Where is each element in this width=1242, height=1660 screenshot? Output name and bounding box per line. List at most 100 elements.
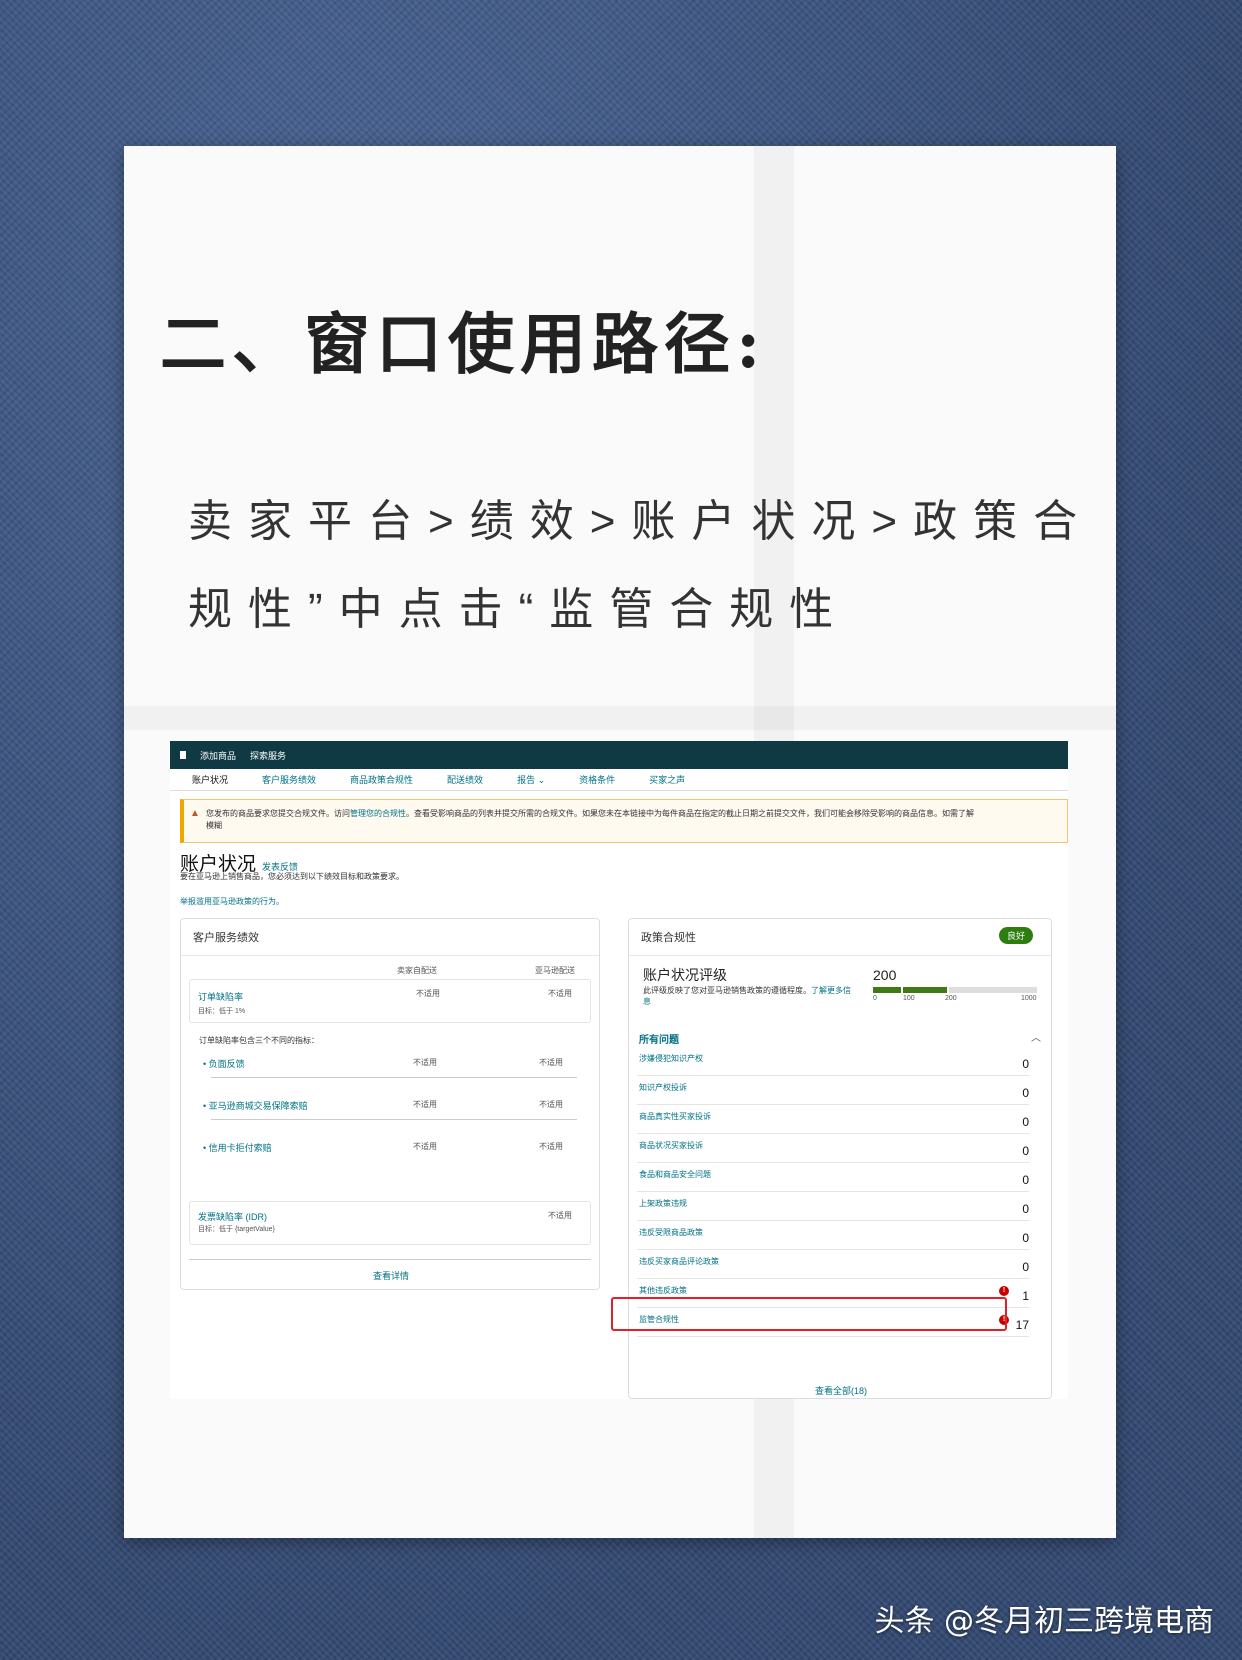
page-heading: 二、窗口使用路径:: [160, 305, 767, 383]
seller-central-screenshot: 添加商品 探索服务 账户状况 客户服务绩效 商品政策合规性 配送绩效 报告 ⌄ …: [170, 741, 1068, 1399]
odr-includes: 订单缺陷率包含三个不同的指标：: [199, 1036, 319, 1045]
issue-label[interactable]: 违反受限商品政策: [639, 1227, 703, 1238]
page-subtitle: 要在亚马逊上销售商品，您必须达到以下绩效目标和政策要求。: [180, 872, 404, 881]
na-value: 不适用: [548, 1211, 572, 1220]
alert-text: 模糊: [206, 821, 222, 830]
top-nav-bar: 添加商品 探索服务: [170, 741, 1068, 769]
panel-title: 客户服务绩效: [181, 919, 599, 956]
na-value: 不适用: [413, 1058, 437, 1067]
shadow-decoration: [124, 706, 1116, 730]
chevron-up-icon[interactable]: ︿: [1031, 1029, 1041, 1044]
issue-label[interactable]: 违反买家商品评论政策: [639, 1256, 719, 1267]
tab-voice-of-buyer[interactable]: 买家之声: [649, 773, 685, 786]
issue-label[interactable]: 商品状况买家投诉: [639, 1140, 703, 1151]
na-value: 不适用: [539, 1100, 563, 1109]
issue-row[interactable]: 商品状况买家投诉 0: [637, 1134, 1029, 1163]
issue-count: 17: [1015, 1318, 1029, 1332]
issue-count: 0: [1022, 1202, 1029, 1216]
issue-count: 0: [1022, 1260, 1029, 1274]
rating-bar-segment: [873, 987, 901, 993]
na-value: 不适用: [413, 1100, 437, 1109]
na-value: 不适用: [539, 1058, 563, 1067]
path-line: 规性”中点击“监管合规性: [188, 585, 850, 634]
issue-count: 0: [1022, 1115, 1029, 1129]
rating-tick: 1000: [1021, 995, 1037, 1002]
issue-label[interactable]: 食品和商品安全问题: [639, 1169, 711, 1180]
customer-service-panel: 客户服务绩效 卖家自配送 亚马逊配送 订单缺陷率 目标：低于 1% 不适用 不适…: [180, 918, 600, 1290]
nav-explore-services[interactable]: 探索服务: [250, 749, 286, 762]
issue-count: 0: [1022, 1173, 1029, 1187]
alert-text: 您发布的商品要求您提交合规文件。访问: [206, 809, 350, 818]
na-value: 不适用: [539, 1142, 563, 1151]
issue-count: 1: [1022, 1289, 1029, 1303]
panel-title: 政策合规性: [629, 919, 1051, 956]
issue-count: 0: [1022, 1144, 1029, 1158]
odr-target: 目标：低于 1%: [198, 1008, 246, 1015]
issue-count: 0: [1022, 1086, 1029, 1100]
issue-row[interactable]: 违反买家商品评论政策 0: [637, 1250, 1029, 1279]
na-value: 不适用: [548, 989, 572, 998]
column-header: 卖家自配送: [397, 966, 437, 975]
odr-link[interactable]: 订单缺陷率: [198, 990, 243, 1003]
issue-label[interactable]: 其他违反政策: [639, 1285, 687, 1296]
issue-count: 0: [1022, 1057, 1029, 1071]
a-to-z-claims-link[interactable]: • 亚马逊商城交易保障索赔: [203, 1099, 308, 1112]
chargeback-claims-link[interactable]: • 信用卡拒付索赔: [203, 1141, 272, 1154]
idr-box: 发票缺陷率 (IDR) 目标：低于 {targetValue} 不适用: [189, 1201, 591, 1245]
rating-desc-text: 此评级反映了您对亚马逊销售政策的遵循程度。: [643, 986, 811, 995]
issue-label[interactable]: 涉嫌侵犯知识产权: [639, 1053, 703, 1064]
rating-tick: 0: [873, 995, 877, 1002]
nav-add-product[interactable]: 添加商品: [200, 749, 236, 762]
negative-feedback-link[interactable]: • 负面反馈: [203, 1057, 245, 1070]
issue-row[interactable]: 上架政策违规 0: [637, 1192, 1029, 1221]
tab-reports[interactable]: 报告 ⌄: [517, 773, 545, 786]
idr-target: 目标：低于 {targetValue}: [198, 1226, 275, 1233]
rating-title: 账户状况评级: [643, 967, 727, 983]
idr-link[interactable]: 发票缺陷率 (IDR): [198, 1210, 267, 1223]
content-card: 二、窗口使用路径: 卖家平台>绩效>账户状况>政策合 规性”中点击“监管合规性 …: [124, 146, 1116, 1538]
divider: [189, 1259, 591, 1260]
divider: [211, 1119, 577, 1120]
issue-label[interactable]: 商品真实性买家投诉: [639, 1111, 711, 1122]
issue-row[interactable]: 商品真实性买家投诉 0: [637, 1105, 1029, 1134]
tab-bar: 账户状况 客户服务绩效 商品政策合规性 配送绩效 报告 ⌄ 资格条件 买家之声: [170, 769, 1068, 791]
all-issues-heading: 所有问题: [639, 1035, 679, 1046]
issue-row[interactable]: 食品和商品安全问题 0: [637, 1163, 1029, 1192]
tab-eligibility[interactable]: 资格条件: [579, 773, 615, 786]
tab-customer-service[interactable]: 客户服务绩效: [262, 773, 316, 786]
see-details-link[interactable]: 查看详情: [181, 1269, 601, 1282]
rating-score: 200: [873, 967, 897, 983]
issue-row[interactable]: 知识产权投诉 0: [637, 1076, 1029, 1105]
compliance-alert: ▲ 您发布的商品要求您提交合规文件。访问管理您的合规性。查看受影响商品的列表并提…: [180, 799, 1068, 843]
rating-bar-segment: [949, 987, 1037, 993]
bookmark-icon: [180, 751, 186, 759]
issue-label[interactable]: 上架政策违规: [639, 1198, 687, 1209]
rating-description: 此评级反映了您对亚马逊销售政策的遵循程度。了解更多信息: [643, 985, 853, 1007]
status-badge: 良好: [998, 927, 1033, 944]
manage-compliance-link[interactable]: 管理您的合规性: [350, 809, 406, 818]
tab-shipping[interactable]: 配送绩效: [447, 773, 483, 786]
alert-icon: !: [999, 1286, 1009, 1296]
na-value: 不适用: [413, 1142, 437, 1151]
issue-row[interactable]: 涉嫌侵犯知识产权 0: [637, 1047, 1029, 1076]
tab-policy-compliance[interactable]: 商品政策合规性: [350, 773, 413, 786]
tab-account-health[interactable]: 账户状况: [192, 773, 228, 786]
see-all-link[interactable]: 查看全部(18): [629, 1384, 1053, 1397]
warning-icon: ▲: [190, 808, 200, 819]
rating-tick: 100: [903, 995, 915, 1002]
report-abuse-link[interactable]: 举报滥用亚马逊政策的行为。: [180, 896, 284, 907]
issue-row[interactable]: 违反受限商品政策 0: [637, 1221, 1029, 1250]
alert-text: 。查看受影响商品的列表并提交所需的合规文件。如果您未在本链接中为每件商品在指定的…: [406, 809, 974, 818]
divider: [211, 1077, 577, 1078]
rating-tick: 200: [945, 995, 957, 1002]
rating-bar-segment: [903, 987, 947, 993]
path-line: 卖家平台>绩效>账户状况>政策合: [188, 497, 1094, 546]
na-value: 不适用: [416, 989, 440, 998]
issue-label[interactable]: 知识产权投诉: [639, 1082, 687, 1093]
odr-box: 订单缺陷率 目标：低于 1% 不适用 不适用: [189, 979, 591, 1023]
author-credit: 头条 @冬月初三跨境电商: [874, 1604, 1214, 1639]
column-header: 亚马逊配送: [535, 966, 575, 975]
navigation-path: 卖家平台>绩效>账户状况>政策合 规性”中点击“监管合规性: [188, 478, 1094, 654]
issue-count: 0: [1022, 1231, 1029, 1245]
highlight-box: [611, 1297, 1007, 1331]
